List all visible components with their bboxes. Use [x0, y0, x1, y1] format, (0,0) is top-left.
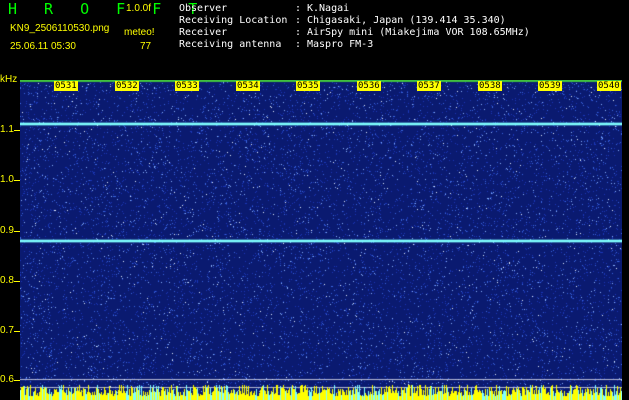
meta-label: Receiving Location — [179, 15, 288, 26]
x-tick-label: 0531 — [54, 81, 78, 91]
y-tick-mark — [14, 180, 20, 181]
y-axis-unit: kHz — [0, 74, 18, 85]
x-tick-label: 0533 — [175, 81, 199, 91]
y-tick-mark — [14, 130, 20, 131]
y-tick-mark — [14, 281, 20, 282]
meta-value: Chigasaki, Japan (139.414 35.340) — [307, 15, 506, 26]
x-tick-label: 0536 — [357, 81, 381, 91]
meta-value: AirSpy mini (Miakejima VOR 108.65MHz) — [307, 27, 530, 38]
app-title: H R O F F T — [8, 0, 207, 18]
meta-row-antenna: Receiving antenna: Maspro FM-3 — [179, 39, 374, 50]
observation-datetime: 25.06.11 05:30 — [10, 41, 76, 52]
y-tick-label: 0.9 — [0, 225, 14, 236]
meta-row-observer: Observer: K.Nagai — [179, 3, 350, 14]
y-tick-mark — [14, 331, 20, 332]
meteor-count: 77 — [140, 41, 152, 52]
y-tick-mark — [14, 231, 20, 232]
x-tick-label: 0537 — [417, 81, 441, 91]
meta-row-location: Receiving Location: Chigasaki, Japan (139… — [179, 15, 506, 26]
y-tick-label: 0.7 — [0, 325, 14, 336]
version-label: 1.0.0f — [126, 3, 152, 14]
spectrogram-canvas — [20, 80, 622, 400]
y-tick-label: 0.6 — [0, 374, 14, 385]
file-name: KN9_2506110530.png — [10, 23, 110, 34]
x-tick-label: 0540 — [597, 81, 621, 91]
meta-label: Observer — [179, 3, 228, 14]
meta-label: Receiving antenna — [179, 39, 282, 50]
x-tick-label: 0532 — [115, 81, 139, 91]
meta-value: Maspro FM-3 — [307, 39, 374, 50]
y-tick-label: 1.1 — [0, 124, 14, 135]
meteo-label: meteo! — [124, 27, 155, 38]
meta-label: Receiver — [179, 27, 228, 38]
y-tick-label: 0.8 — [0, 275, 14, 286]
x-tick-label: 0539 — [538, 81, 562, 91]
y-tick-mark — [14, 380, 20, 381]
meta-value: K.Nagai — [307, 3, 350, 14]
x-tick-label: 0534 — [236, 81, 260, 91]
x-tick-label: 0538 — [478, 81, 502, 91]
meta-row-receiver: Receiver: AirSpy mini (Miakejima VOR 108.… — [179, 27, 530, 38]
y-tick-label: 1.0 — [0, 174, 14, 185]
x-tick-label: 0535 — [296, 81, 320, 91]
header-panel: H R O F F T 1.0.0f KN9_2506110530.png me… — [0, 0, 629, 78]
